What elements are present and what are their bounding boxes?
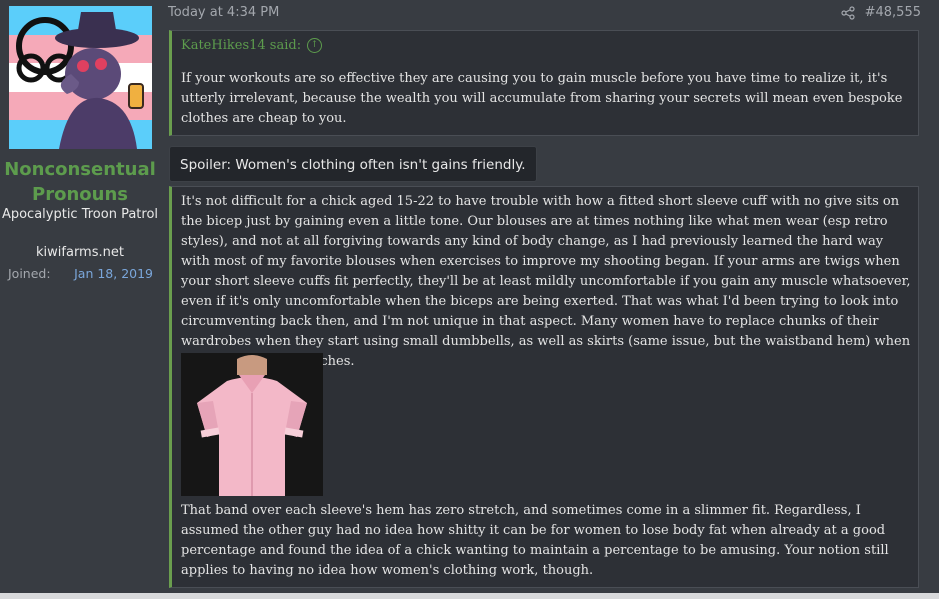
post-main: Today at 4:34 PM #48,555 KateHikes14 sai… xyxy=(160,0,939,599)
post-number[interactable]: #48,555 xyxy=(865,5,921,20)
avatar[interactable] xyxy=(9,6,152,149)
spoiler-text-1: It's not difficult for a chick aged 15-2… xyxy=(181,194,911,369)
share-icon[interactable] xyxy=(841,5,855,20)
spoiler-text-2: That band over each sleeve's hem has zer… xyxy=(181,503,889,578)
quote-header[interactable]: KateHikes14 said: ↑ xyxy=(181,38,323,53)
arrow-up-icon[interactable]: ↑ xyxy=(307,38,323,53)
joined-row: Joined: Jan 18, 2019 xyxy=(8,266,153,281)
quote-author[interactable]: KateHikes14 said: xyxy=(181,38,301,53)
username[interactable]: Nonconsentual Pronouns xyxy=(0,157,160,207)
joined-label: Joined: xyxy=(8,266,51,281)
bottom-scrollbar[interactable] xyxy=(0,593,939,599)
spoiler-content: It's not difficult for a chick aged 15-2… xyxy=(169,186,919,588)
post-actions: #48,555 xyxy=(841,5,921,20)
joined-date: Jan 18, 2019 xyxy=(74,266,153,281)
user-title: Apocalyptic Troon Patrol xyxy=(1,207,159,222)
post-date[interactable]: Today at 4:34 PM xyxy=(168,5,279,20)
quote-body: If your workouts are so effective they a… xyxy=(181,71,903,126)
quote-block: KateHikes14 said: ↑ If your workouts are… xyxy=(169,30,919,136)
shirt-image[interactable] xyxy=(181,353,323,496)
spoiler-button[interactable]: Spoiler: Women's clothing often isn't ga… xyxy=(169,146,537,182)
user-sidebar: Nonconsentual Pronouns Apocalyptic Troon… xyxy=(0,0,160,599)
user-site: kiwifarms.net xyxy=(36,245,124,260)
